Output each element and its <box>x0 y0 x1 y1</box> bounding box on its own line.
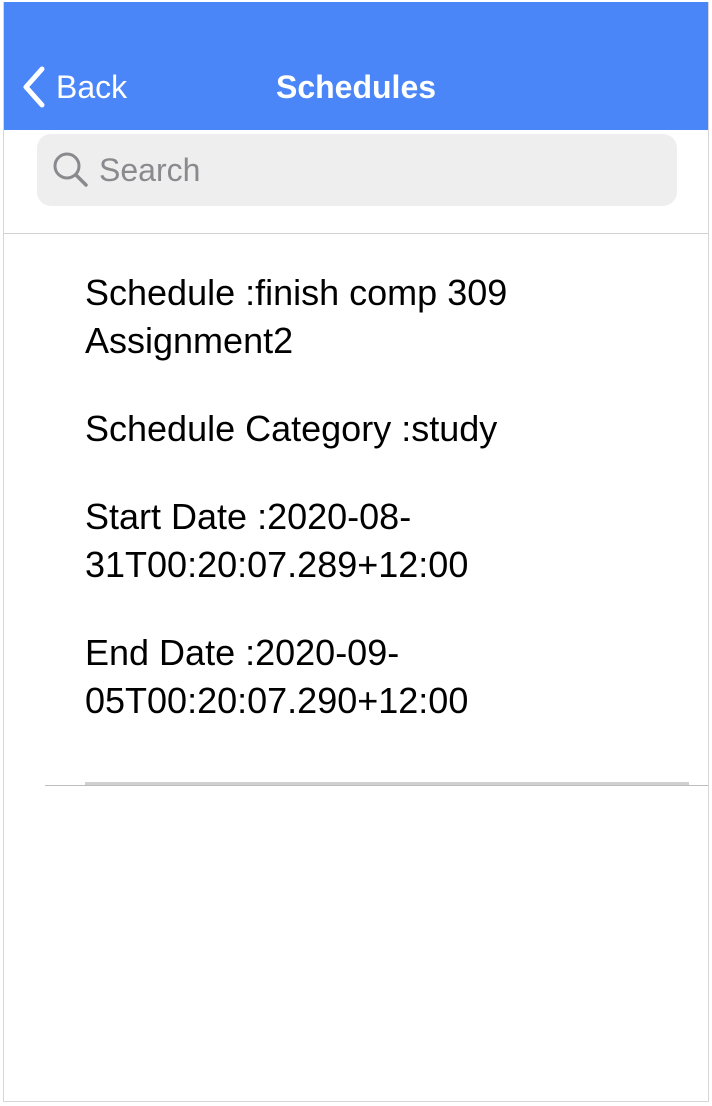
search-icon <box>37 150 91 190</box>
list-divider <box>45 785 708 786</box>
search-bar-container <box>4 130 708 234</box>
navigation-bar: Back Schedules <box>4 2 708 130</box>
schedule-end-date: End Date :2020-09-05T00:20:07.290+12:00 <box>85 632 469 721</box>
search-input[interactable] <box>97 139 641 201</box>
app-screen: Back Schedules Schedule :finish comp 309… <box>3 2 709 1102</box>
page-title: Schedules <box>275 69 437 105</box>
schedule-start-date: Start Date :2020-08-31T00:20:07.289+12:0… <box>85 496 469 585</box>
search-bar[interactable] <box>37 134 677 206</box>
schedule-category: Schedule Category :study <box>85 408 498 449</box>
schedule-name: Schedule :finish comp 309 Assignment2 <box>85 272 508 361</box>
schedule-list-item[interactable]: Schedule :finish comp 309 Assignment2 Sc… <box>4 234 708 786</box>
